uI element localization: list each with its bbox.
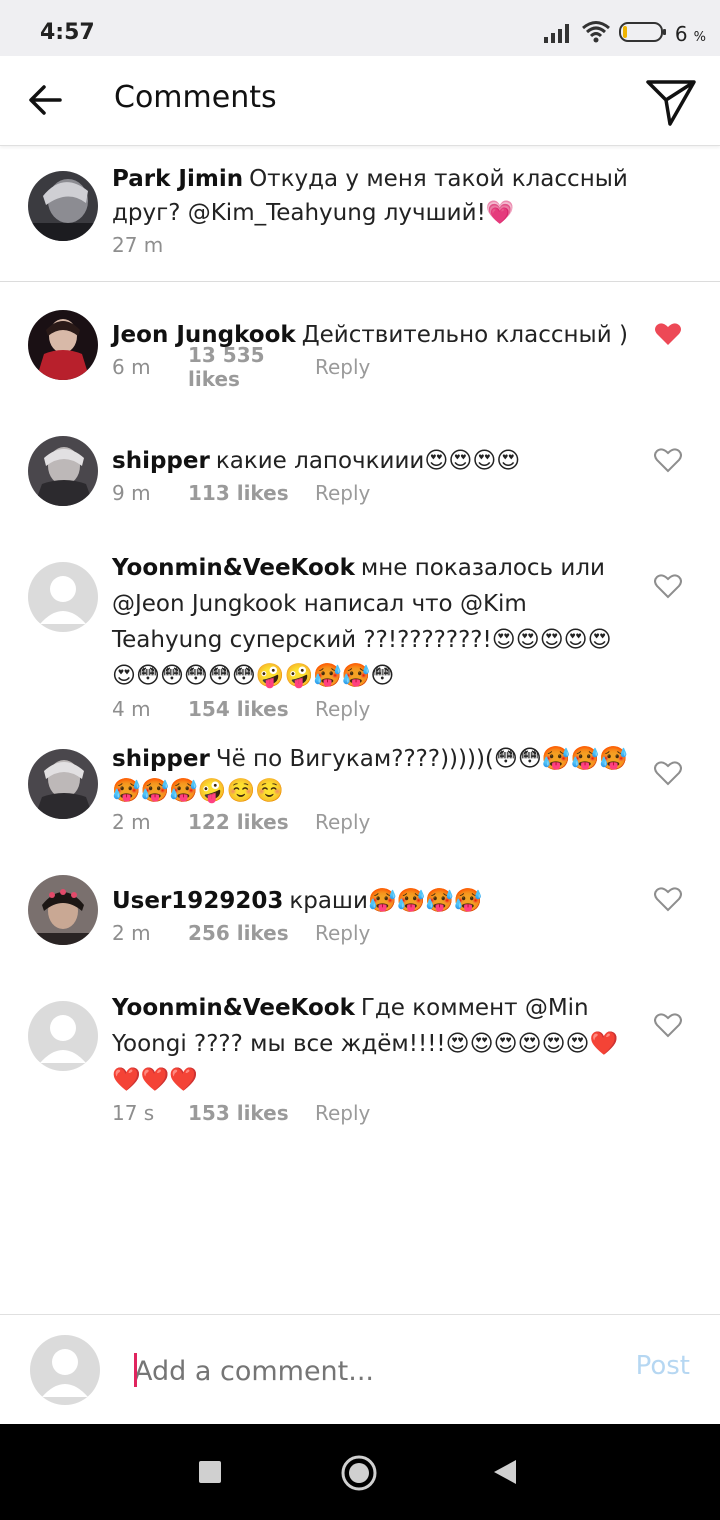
caption-emoji: 💗 <box>485 200 515 226</box>
share-button[interactable] <box>644 76 700 128</box>
battery-unit: % <box>693 30 706 45</box>
page-title: Comments <box>114 80 277 115</box>
caption-username[interactable]: Park Jimin <box>112 166 243 192</box>
comment-likes[interactable]: 256 likes <box>188 921 315 945</box>
comment-likes[interactable]: 122 likes <box>188 810 315 834</box>
like-button[interactable] <box>654 573 682 599</box>
comment-text-block: Yoonmin&VeeKook мне показалось или @Jeon … <box>112 550 632 694</box>
comment-meta: 6 m 13 535 likes Reply <box>112 343 632 391</box>
caption-text-block: Park Jimin Откуда у меня такой классный д… <box>112 162 632 230</box>
like-button[interactable] <box>654 760 682 786</box>
like-button[interactable] <box>654 886 682 912</box>
comment-text-block: shipper Чё по Вигукам????)))))(😳😳🥵🥵🥵🥵🥵🥵🤪☺… <box>112 743 632 807</box>
system-nav-bar <box>0 1424 720 1520</box>
comment-meta: 2 m 122 likes Reply <box>112 809 632 835</box>
like-button[interactable] <box>654 447 682 473</box>
avatar[interactable] <box>28 1001 98 1071</box>
comment-emoji: 😍😍😍😍 <box>424 448 521 474</box>
app-bar: Comments <box>0 56 720 146</box>
arrow-left-icon <box>29 85 62 115</box>
avatar[interactable] <box>28 749 98 819</box>
heart-icon <box>654 761 682 786</box>
comment-age: 17 s <box>112 1101 155 1125</box>
heart-icon <box>654 448 682 473</box>
comment-text-block: shipper какие лапочкиии😍😍😍😍 <box>112 444 632 478</box>
back-button[interactable] <box>24 78 68 122</box>
comment-body: shipper какие лапочкиии😍😍😍😍 9 m 113 likes… <box>112 444 632 506</box>
comment-text: Чё по Вигукам????)))))( <box>215 746 494 772</box>
caption-body: Park Jimin Откуда у меня такой классный д… <box>112 162 632 258</box>
current-user-avatar <box>30 1335 100 1405</box>
triangle-icon <box>494 1460 516 1484</box>
comment-meta: 9 m 113 likes Reply <box>112 480 632 506</box>
reply-button[interactable]: Reply <box>315 697 370 721</box>
comment-age: 2 m <box>112 810 151 834</box>
comment-age: 4 m <box>112 697 151 721</box>
comment-username[interactable]: Yoonmin&VeeKook <box>112 555 355 581</box>
heart-icon <box>655 323 681 345</box>
text-cursor <box>134 1353 137 1387</box>
caption-meta: 27 m <box>112 232 632 258</box>
comment-text-block: User1929203 краши🥵🥵🥵🥵 <box>112 884 632 918</box>
comment-username[interactable]: shipper <box>112 746 210 772</box>
avatar[interactable] <box>28 436 98 506</box>
comment-text: Действительно классный ) <box>301 322 628 348</box>
square-icon <box>199 1461 221 1483</box>
reply-button[interactable]: Reply <box>315 355 370 379</box>
comment-composer: Post <box>0 1314 720 1424</box>
paper-plane-icon <box>646 80 696 126</box>
comment-body: shipper Чё по Вигукам????)))))(😳😳🥵🥵🥵🥵🥵🥵🤪☺… <box>112 743 632 835</box>
avatar[interactable] <box>28 310 98 380</box>
comment-text: какие лапочкиии <box>215 448 425 474</box>
caption-age: 27 m <box>112 233 164 257</box>
wifi-icon <box>581 20 611 48</box>
signal-icon <box>543 21 573 47</box>
comment-username[interactable]: shipper <box>112 448 210 474</box>
comment-emoji: 🥵🥵🥵🥵 <box>367 888 483 914</box>
recents-button[interactable] <box>198 1460 222 1488</box>
nav-back-button[interactable] <box>492 1458 518 1490</box>
comment-likes[interactable]: 113 likes <box>188 481 315 505</box>
avatar[interactable] <box>28 562 98 632</box>
comment-body: User1929203 краши🥵🥵🥵🥵 2 m 256 likes Reply <box>112 884 632 946</box>
like-button[interactable] <box>654 1012 682 1038</box>
battery-icon <box>618 21 667 47</box>
status-bar: 4:57 6% <box>0 0 720 56</box>
reply-button[interactable]: Reply <box>315 921 370 945</box>
comment-age: 9 m <box>112 481 151 505</box>
home-button[interactable] <box>340 1454 378 1496</box>
reply-button[interactable]: Reply <box>315 481 370 505</box>
comment-input[interactable] <box>134 1351 604 1391</box>
status-icons: 6% <box>543 18 706 50</box>
comment-body: Yoonmin&VeeKook Где коммент @Min Yoongi ?… <box>112 990 632 1126</box>
post-caption: Park Jimin Откуда у меня такой классный д… <box>0 148 720 282</box>
status-time: 4:57 <box>40 20 95 45</box>
post-button[interactable]: Post <box>636 1351 690 1381</box>
comment-meta: 17 s 153 likes Reply <box>112 1100 632 1126</box>
circle-icon <box>341 1455 377 1491</box>
comment-text: краши <box>289 888 368 914</box>
comment-age: 6 m <box>112 355 151 379</box>
comment-username[interactable]: User1929203 <box>112 888 283 914</box>
heart-icon <box>654 574 682 599</box>
like-button[interactable] <box>654 321 682 347</box>
comment-likes[interactable]: 13 535 likes <box>188 343 315 391</box>
comment-body: Yoonmin&VeeKook мне показалось или @Jeon … <box>112 550 632 722</box>
reply-button[interactable]: Reply <box>315 1101 370 1125</box>
comment-meta: 2 m 256 likes Reply <box>112 920 632 946</box>
comment-username[interactable]: Yoonmin&VeeKook <box>112 995 355 1021</box>
heart-icon <box>654 1013 682 1038</box>
heart-icon <box>654 887 682 912</box>
comment-likes[interactable]: 153 likes <box>188 1101 315 1125</box>
comment-text-block: Yoonmin&VeeKook Где коммент @Min Yoongi ?… <box>112 990 632 1098</box>
comment-body: Jeon Jungkook Действительно классный ) 6 … <box>112 318 632 391</box>
comment-meta: 4 m 154 likes Reply <box>112 696 632 722</box>
reply-button[interactable]: Reply <box>315 810 370 834</box>
avatar[interactable] <box>28 171 98 241</box>
battery-percent: 6% <box>675 22 706 46</box>
comment-age: 2 m <box>112 921 151 945</box>
avatar[interactable] <box>28 875 98 945</box>
battery-value: 6 <box>674 22 688 46</box>
comment-likes[interactable]: 154 likes <box>188 697 315 721</box>
